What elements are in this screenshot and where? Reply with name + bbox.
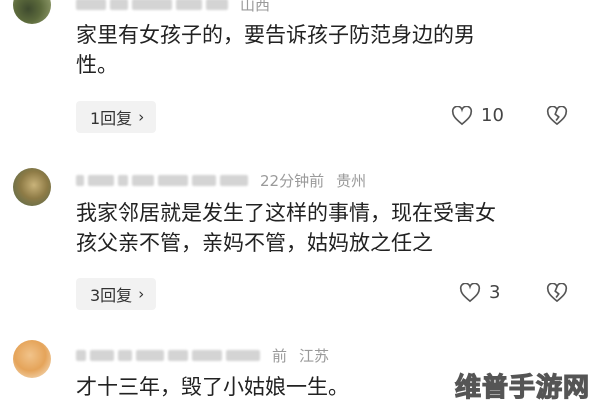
like-button[interactable]: 3 <box>459 282 500 303</box>
comment-meta: 22分钟前 贵州 <box>76 170 366 190</box>
comment-location: 贵州 <box>336 171 367 190</box>
replies-count: 3回复 <box>90 286 133 305</box>
like-count: 3 <box>489 282 501 303</box>
blurred-username <box>76 172 252 188</box>
replies-button[interactable]: 1回复 › <box>76 101 157 133</box>
heart-icon <box>451 105 473 125</box>
dislike-button[interactable] <box>546 282 568 307</box>
dislike-button[interactable] <box>546 105 568 130</box>
broken-heart-icon <box>546 282 568 302</box>
replies-count: 1回复 <box>90 109 133 128</box>
chevron-right-icon: › <box>138 108 145 126</box>
broken-heart-icon <box>546 105 568 125</box>
like-button[interactable]: 10 <box>451 105 504 126</box>
watermark: 维普手游网 <box>454 372 590 403</box>
comment-time: 22分钟前 <box>260 171 325 190</box>
comment-body-line: 性。 <box>76 53 118 77</box>
comment-body: 家里有女孩子的，要告诉孩子防范身边的男 性。 <box>76 20 588 80</box>
comment-body-line: 家里有女孩子的，要告诉孩子防范身边的男 <box>76 23 475 47</box>
comment-meta: 前 江苏 <box>76 345 329 365</box>
comment-location: 江苏 <box>299 346 330 365</box>
comment-meta: 山西 <box>76 0 270 14</box>
comment-time: 前 <box>272 346 288 365</box>
chevron-right-icon: › <box>138 285 145 303</box>
blurred-username <box>76 347 264 363</box>
user-avatar[interactable] <box>13 0 51 24</box>
comment-body: 我家邻居就是发生了这样的事情，现在受害女 孩父亲不管，亲妈不管，姑妈放之任之 <box>76 198 588 258</box>
comment-body-line: 孩父亲不管，亲妈不管，姑妈放之任之 <box>76 231 433 255</box>
comment-location: 山西 <box>240 0 271 14</box>
like-count: 10 <box>481 105 504 126</box>
replies-button[interactable]: 3回复 › <box>76 278 157 310</box>
user-avatar[interactable] <box>13 168 51 206</box>
comment-body-line: 我家邻居就是发生了这样的事情，现在受害女 <box>76 201 496 225</box>
heart-icon <box>459 282 481 302</box>
user-avatar[interactable] <box>13 340 51 378</box>
blurred-username <box>76 0 232 12</box>
